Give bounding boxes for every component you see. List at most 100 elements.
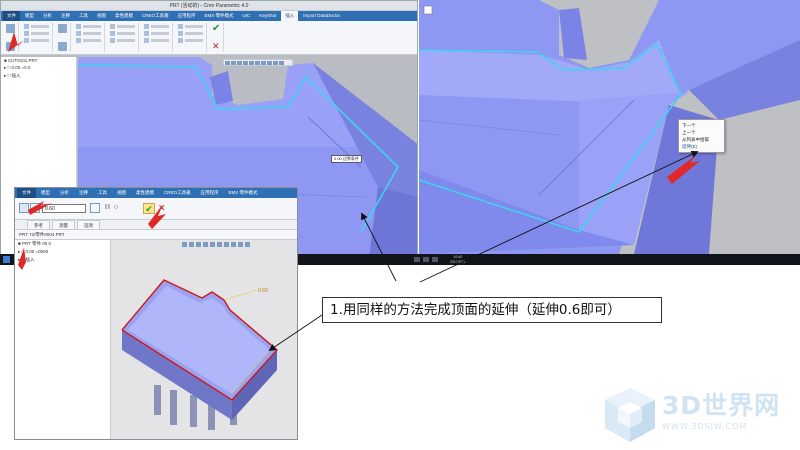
tray-volume-icon[interactable] — [423, 257, 429, 262]
tree-item[interactable]: ▸ □ 插入 — [15, 256, 110, 264]
datum-display-icon[interactable] — [231, 242, 236, 247]
ok-button[interactable]: ✔ — [212, 24, 220, 34]
tab-references[interactable]: 参考 — [27, 220, 50, 229]
menu-annotate[interactable]: 注释 — [57, 11, 74, 21]
watermark-url: WWW.3DSJW.COM — [662, 422, 748, 431]
context-menu-item[interactable]: 上一个 — [682, 129, 721, 136]
datum-display-icon[interactable] — [267, 61, 272, 65]
taskbar-clock[interactable]: 10:40 2017/5/21 — [450, 255, 466, 264]
spin-center-icon[interactable] — [245, 242, 250, 247]
ribbon-group-editing[interactable] — [141, 23, 173, 52]
tree-item[interactable]: ▸ □ 插入 — [1, 72, 76, 80]
tree-item[interactable]: ■ CUT0101.PRT — [1, 57, 76, 64]
refit-icon[interactable] — [237, 61, 242, 65]
flip-direction-icon[interactable] — [90, 203, 100, 213]
menu-flexible-modeling[interactable]: 柔性建模 — [111, 11, 137, 21]
menu-import-datadoctor[interactable]: Import DataDoctor — [299, 11, 344, 21]
ribbon-menu-bar: 文件 模型 分析 注释 工具 视图 柔性建模 CREO工具箱 应用程序 EMX … — [15, 188, 297, 198]
menu-model[interactable]: 模型 — [21, 11, 38, 21]
menu-applications[interactable]: 应用程序 — [174, 11, 200, 21]
menu-emx[interactable]: EMX 零件模式 — [224, 188, 263, 198]
axis-icon[interactable] — [58, 42, 67, 51]
display-style-icon[interactable] — [249, 61, 254, 65]
ok-button[interactable]: ✔ — [143, 203, 155, 214]
context-menu-item-extend[interactable]: 延伸(E) — [682, 143, 721, 150]
view-toolbar — [223, 59, 293, 66]
menu-uic[interactable]: UIC — [239, 11, 255, 21]
tree-item[interactable]: ■ PRT 零件 00 0 — [15, 240, 110, 248]
menu-tools[interactable]: 工具 — [75, 11, 92, 21]
menu-keyshot[interactable]: KeyShot — [255, 11, 280, 21]
menu-view[interactable]: 视图 — [112, 188, 131, 198]
extend-distance-input[interactable]: 0.60 — [42, 204, 86, 213]
menu-flexible-modeling[interactable]: 柔性建模 — [131, 188, 159, 198]
copy-icon[interactable] — [6, 42, 15, 51]
graphics-viewport[interactable]: 0.60 — [112, 250, 297, 439]
dimension-label[interactable]: 0.60 — [258, 288, 268, 294]
menu-creo-toolbox[interactable]: CREO工具箱 — [138, 11, 173, 21]
repaint-icon[interactable] — [203, 242, 208, 247]
repaint-icon[interactable] — [243, 61, 248, 65]
creo-window-screenshot-extend: 文件 模型 分析 注释 工具 视图 柔性建模 CREO工具箱 应用程序 EMX … — [14, 187, 298, 440]
menu-view[interactable]: 视图 — [93, 11, 110, 21]
zoom-in-icon[interactable] — [182, 242, 187, 247]
ribbon-group-surfaces[interactable] — [175, 23, 207, 52]
extend-to-plane-icon[interactable] — [30, 203, 40, 213]
menu-creo-toolbox[interactable]: CREO工具箱 — [159, 188, 196, 198]
context-menu: 下一个 上一个 从列表中拾取 延伸(E) — [678, 119, 725, 153]
ribbon-group-engineering[interactable] — [107, 23, 139, 52]
tree-item[interactable]: ▸ □ 0.00 =0.0 — [1, 64, 76, 72]
creo-window-screenshot-zoom: 下一个 上一个 从列表中拾取 延伸(E) — [419, 0, 800, 254]
zoom-out-icon[interactable] — [189, 242, 194, 247]
annotation-display-icon[interactable] — [273, 61, 278, 65]
display-style-icon[interactable] — [210, 242, 215, 247]
menu-analysis[interactable]: 分析 — [39, 11, 56, 21]
refit-icon[interactable] — [196, 242, 201, 247]
menu-annotate[interactable]: 注释 — [74, 188, 93, 198]
view-manager-icon[interactable] — [261, 61, 266, 65]
annotation-display-icon[interactable] — [238, 242, 243, 247]
menu-file[interactable]: 文件 — [17, 188, 36, 198]
ribbon-group-operations[interactable] — [3, 23, 19, 52]
regenerate-icon[interactable] — [6, 24, 15, 33]
zoom-in-icon[interactable] — [225, 61, 230, 65]
menu-tools[interactable]: 工具 — [93, 188, 112, 198]
saved-views-icon[interactable] — [217, 242, 222, 247]
tree-item[interactable]: ▸ □ 0.00 =0000 — [15, 248, 110, 256]
dashboard-tabs: 参考 测量 选项 — [15, 220, 297, 230]
view-manager-icon[interactable] — [224, 242, 229, 247]
ribbon-group-data[interactable] — [21, 23, 53, 52]
menu-emx[interactable]: EMX 零件模式 — [201, 11, 238, 21]
context-menu-item[interactable]: 从列表中拾取 — [682, 136, 721, 143]
dimension-tag[interactable]: 0.00 边界条件 — [331, 155, 362, 163]
pause-preview-controls[interactable]: II ○ — [105, 204, 119, 211]
instruction-callout: 1.用同样的方法完成顶面的延伸（延伸0.6即可） — [322, 297, 662, 323]
clock-date: 2017/5/21 — [450, 259, 466, 264]
menu-applications[interactable]: 应用程序 — [196, 188, 224, 198]
menu-analysis[interactable]: 分析 — [55, 188, 74, 198]
tray-network-icon[interactable] — [414, 257, 420, 262]
watermark-brand: 3D世界网 — [662, 391, 781, 420]
model-render-zoom — [419, 0, 800, 254]
menu-file[interactable]: 文件 — [3, 11, 20, 21]
tray-ime-icon[interactable] — [432, 257, 438, 262]
tab-measurements[interactable]: 测量 — [52, 220, 75, 229]
watermark: 3D世界网 WWW.3DSJW.COM — [600, 380, 800, 450]
menu-insert[interactable]: 插入 — [281, 11, 299, 21]
ribbon-group-datum[interactable] — [55, 23, 71, 52]
saved-views-icon[interactable] — [255, 61, 260, 65]
cancel-button[interactable]: ✕ — [158, 203, 166, 213]
menu-model[interactable]: 模型 — [36, 188, 55, 198]
cancel-button[interactable]: ✕ — [212, 41, 220, 51]
ribbon-group-confirm: ✔ ✕ — [209, 23, 225, 52]
context-menu-item[interactable]: 下一个 — [682, 122, 721, 129]
tab-options[interactable]: 选项 — [77, 220, 100, 229]
model-render-iso: 0.60 — [112, 250, 297, 439]
extend-along-surface-icon[interactable] — [19, 203, 29, 213]
plane-icon[interactable] — [58, 24, 67, 33]
zoom-out-icon[interactable] — [231, 61, 236, 65]
model-tree-panel: ■ PRT 零件 00 0 ▸ □ 0.00 =0000 ▸ □ 插入 — [15, 240, 111, 439]
spin-center-icon[interactable] — [279, 61, 284, 65]
ribbon-group-shapes[interactable] — [73, 23, 105, 52]
windows-start-icon[interactable] — [3, 256, 10, 263]
